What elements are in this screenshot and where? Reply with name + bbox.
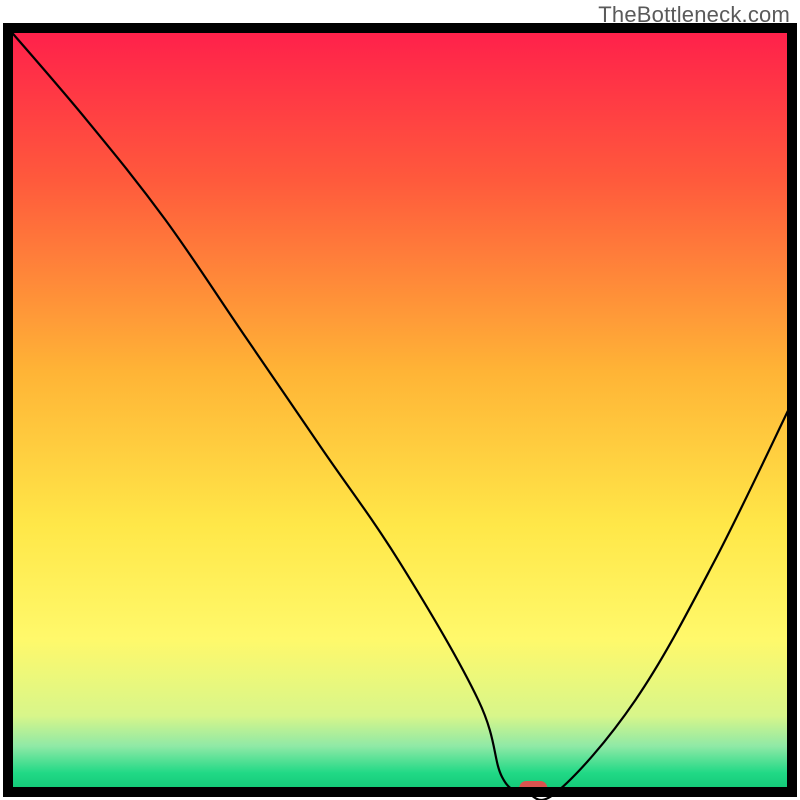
bottleneck-chart — [0, 0, 800, 800]
watermark-text: TheBottleneck.com — [598, 2, 790, 28]
chart-container: TheBottleneck.com — [0, 0, 800, 800]
chart-background — [8, 28, 792, 792]
